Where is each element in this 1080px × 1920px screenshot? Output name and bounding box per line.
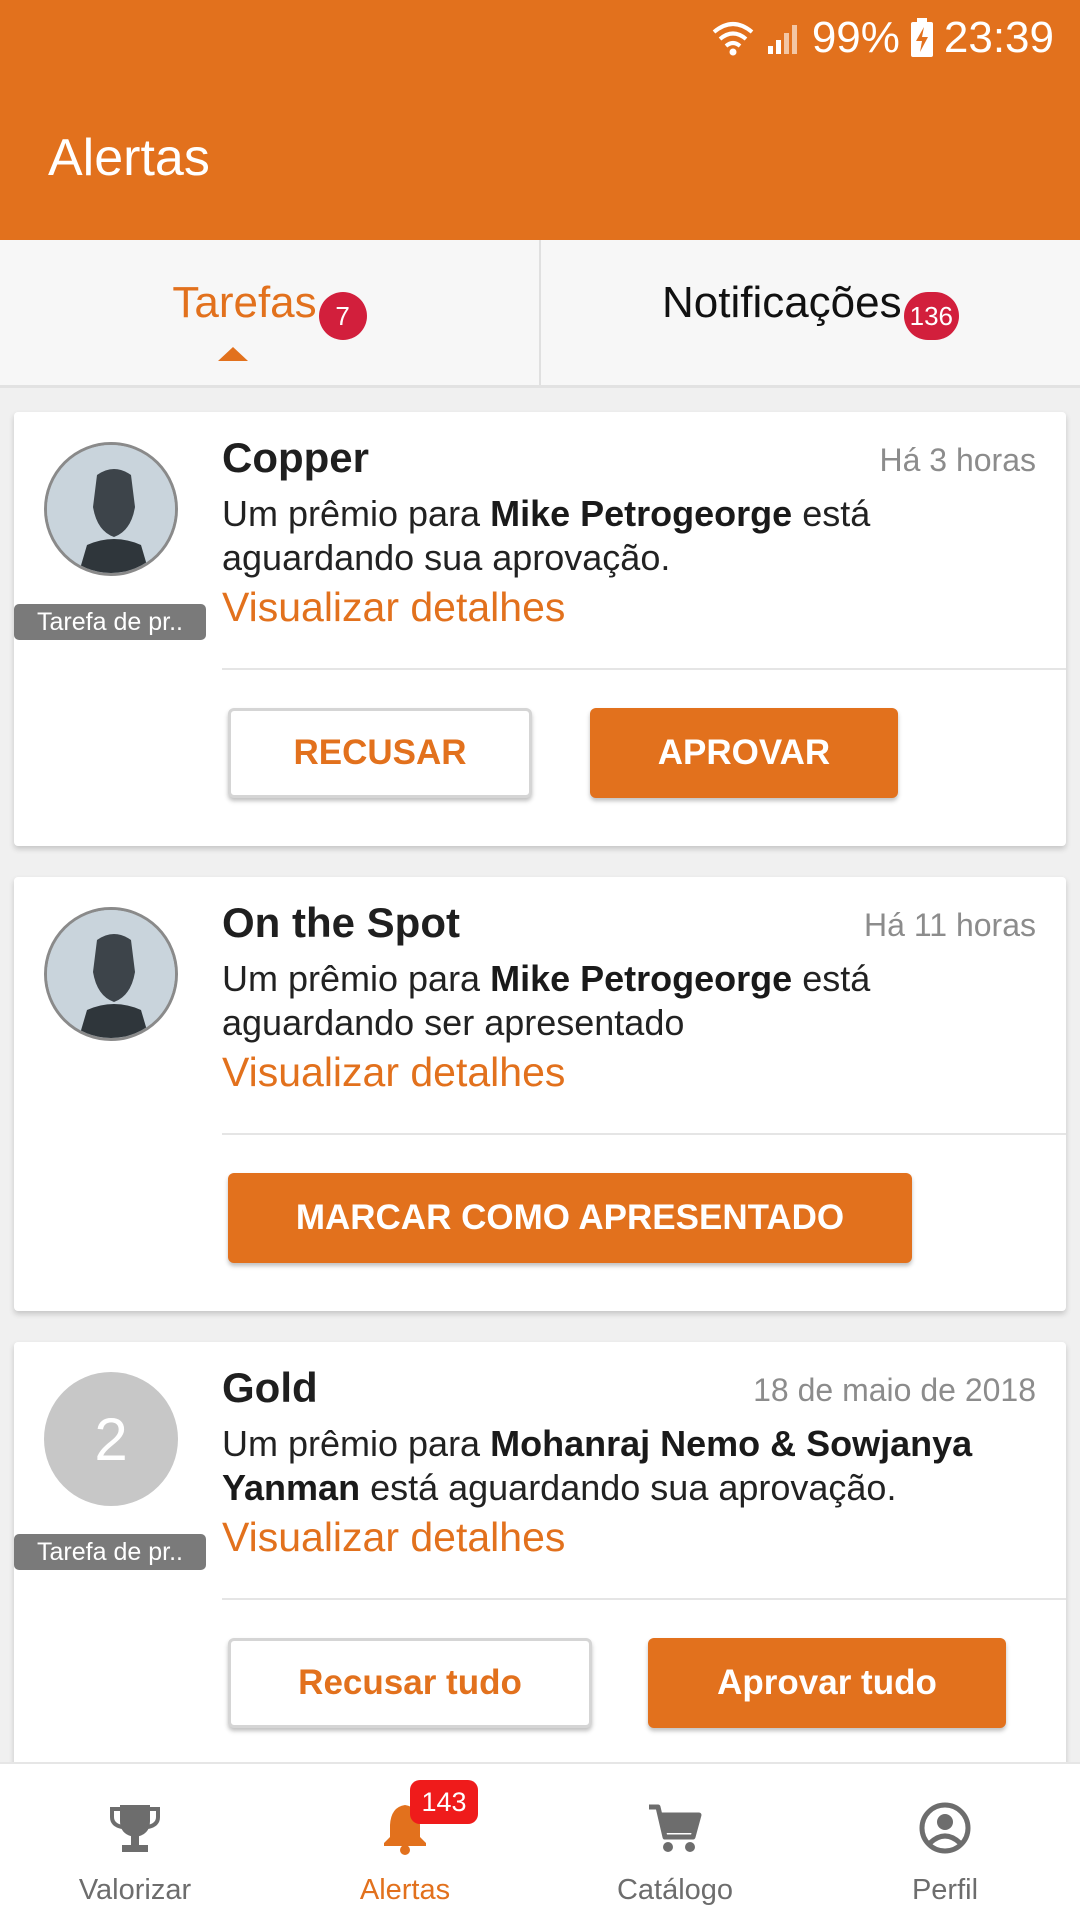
profile-icon	[918, 1800, 972, 1856]
task-card: On the Spot Há 11 horas Um prêmio para M…	[14, 877, 1066, 1311]
avatar	[44, 907, 178, 1041]
award-title: Gold	[222, 1364, 318, 1411]
tab-count-badge: 7	[318, 291, 367, 340]
tab-tarefas[interactable]: Tarefas 7	[0, 240, 539, 385]
award-message: Um prêmio para Mike Petrogeorge está agu…	[222, 958, 871, 1043]
nav-label: Catálogo	[616, 1874, 734, 1906]
divider	[222, 1133, 1066, 1135]
approve-all-button[interactable]: Aprovar tudo	[648, 1638, 1006, 1728]
active-tab-indicator	[217, 347, 248, 361]
nav-alertas[interactable]: 143 Alertas	[270, 1764, 540, 1920]
cart-icon	[647, 1800, 703, 1856]
tab-label: Notificações	[661, 277, 902, 327]
nav-label: Alertas	[359, 1874, 451, 1906]
divider	[222, 668, 1066, 670]
status-bar: 99% 23:39	[710, 12, 1054, 64]
tab-label: Tarefas	[172, 277, 317, 327]
wifi-icon	[710, 20, 756, 56]
nav-label: Perfil	[911, 1874, 979, 1906]
award-title: Copper	[222, 434, 369, 481]
view-details-link[interactable]: Visualizar detalhes	[222, 1514, 565, 1561]
task-type-tag: Tarefa de pr..	[14, 1534, 206, 1570]
divider	[222, 1598, 1066, 1600]
nav-catalogo[interactable]: Catálogo	[540, 1764, 810, 1920]
approve-button[interactable]: APROVAR	[590, 708, 898, 798]
trophy-icon	[108, 1800, 162, 1856]
alerts-tabs: Tarefas 7 Notificações 136	[0, 240, 1080, 388]
signal-icon	[766, 20, 802, 56]
task-type-tag: Tarefa de pr..	[14, 604, 206, 640]
avatar-count: 2	[44, 1372, 178, 1506]
task-card: 2 Tarefa de pr.. Gold 18 de maio de 2018…	[14, 1342, 1066, 1776]
avatar	[44, 442, 178, 576]
timestamp: Há 11 horas	[864, 907, 1036, 943]
notification-count-badge: 143	[410, 1780, 478, 1824]
bottom-navigation: Valorizar 143 Alertas Catálogo Perfil	[0, 1762, 1080, 1920]
battery-charging-icon	[910, 18, 934, 58]
timestamp: Há 3 horas	[879, 442, 1036, 478]
app-bar: 99% 23:39 Alertas	[0, 0, 1080, 240]
nav-label: Valorizar	[78, 1874, 192, 1906]
nav-valorizar[interactable]: Valorizar	[0, 1764, 270, 1920]
award-message: Um prêmio para Mohanraj Nemo & Sowjanya …	[222, 1423, 973, 1508]
recipient-name: Mike Petrogeorge	[490, 493, 793, 534]
decline-button[interactable]: RECUSAR	[228, 708, 532, 798]
mark-as-presented-button[interactable]: MARCAR COMO APRESENTADO	[228, 1173, 912, 1263]
task-card: Tarefa de pr.. Copper Há 3 horas Um prêm…	[14, 412, 1066, 846]
recipient-name: Mike Petrogeorge	[490, 958, 793, 999]
view-details-link[interactable]: Visualizar detalhes	[222, 584, 565, 631]
nav-perfil[interactable]: Perfil	[810, 1764, 1080, 1920]
award-message: Um prêmio para Mike Petrogeorge está agu…	[222, 493, 871, 578]
battery-percent: 99%	[811, 13, 900, 62]
timestamp: 18 de maio de 2018	[753, 1372, 1036, 1408]
tab-count-badge: 136	[903, 291, 960, 340]
view-details-link[interactable]: Visualizar detalhes	[222, 1049, 565, 1096]
clock: 23:39	[943, 13, 1054, 62]
decline-all-button[interactable]: Recusar tudo	[228, 1638, 592, 1728]
tab-notificacoes[interactable]: Notificações 136	[539, 240, 1080, 385]
page-title: Alertas	[48, 129, 210, 187]
award-title: On the Spot	[222, 899, 460, 946]
